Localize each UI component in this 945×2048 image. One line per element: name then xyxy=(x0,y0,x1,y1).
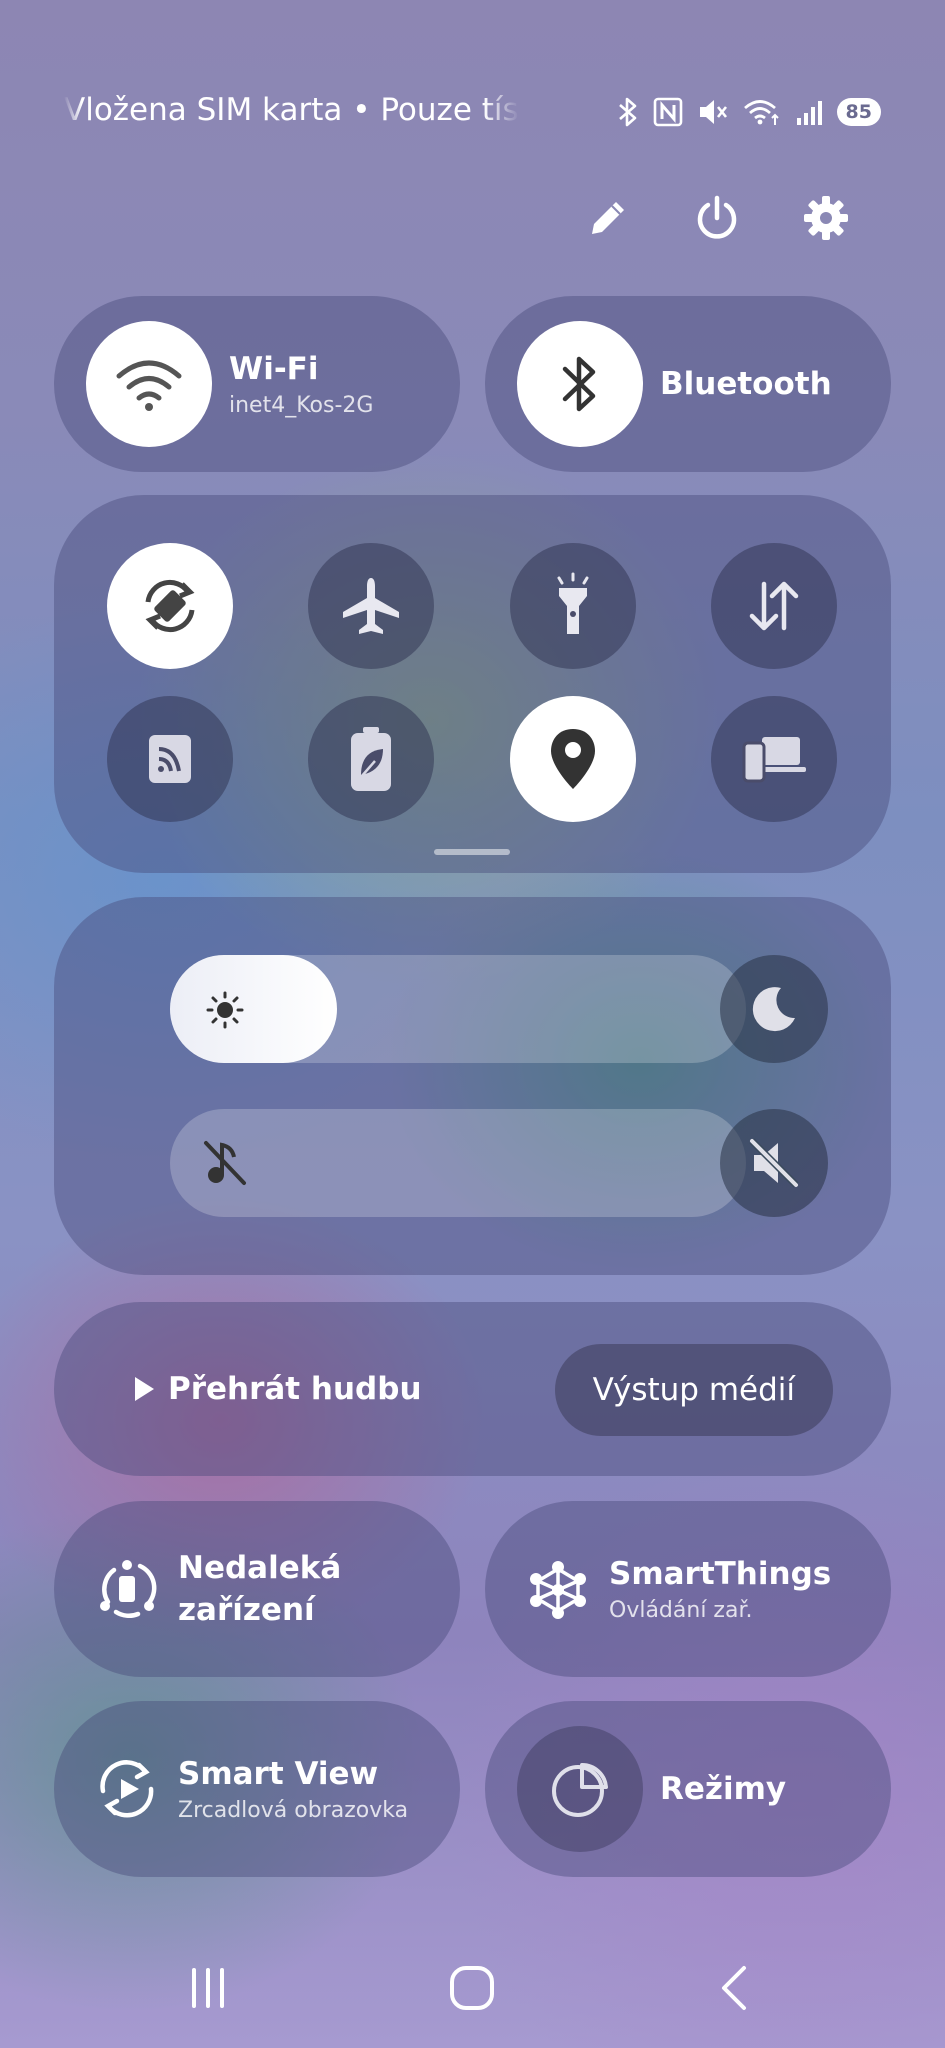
sun-icon xyxy=(206,991,244,1033)
mobile-data-toggle[interactable] xyxy=(711,543,837,669)
wifi-label: Wi-Fi xyxy=(229,350,319,387)
devices-icon xyxy=(742,737,806,783)
location-icon xyxy=(551,729,595,789)
settings-icon xyxy=(804,196,848,240)
sliders-panel xyxy=(54,897,891,1275)
bluetooth-toggle[interactable] xyxy=(517,321,643,447)
back-icon xyxy=(722,1966,746,2010)
smart-view-icon xyxy=(92,1754,162,1824)
edit-icon xyxy=(592,202,624,234)
edit-button[interactable] xyxy=(580,190,636,246)
moon-icon xyxy=(752,987,795,1032)
wifi-tile[interactable]: Wi-Fi inet4_Kos-2G xyxy=(54,296,460,472)
nearby-label-line2: zařízení xyxy=(178,1592,315,1628)
settings-button[interactable] xyxy=(798,190,854,246)
modes-label: Režimy xyxy=(660,1771,787,1807)
rotate-icon xyxy=(145,580,195,632)
navigation-bar xyxy=(0,1950,945,2030)
volume-slider[interactable] xyxy=(170,1109,746,1217)
eye-comfort-button[interactable] xyxy=(720,955,828,1063)
smart-view-tile[interactable]: Smart View Zrcadlová obrazovka xyxy=(54,1701,460,1877)
power-icon xyxy=(697,195,737,239)
recent-apps-icon xyxy=(192,1968,224,2008)
play-icon xyxy=(135,1377,154,1401)
media-output-button[interactable]: Výstup médií xyxy=(554,1344,833,1436)
wifi-toggle[interactable] xyxy=(86,321,212,447)
home-icon xyxy=(450,1966,494,2010)
media-panel: Přehrát hudbu Výstup médií xyxy=(54,1302,891,1476)
location-toggle[interactable] xyxy=(510,696,636,822)
nearby-devices-tile[interactable]: Nedaleká zařízení xyxy=(54,1501,460,1677)
back-button[interactable] xyxy=(706,1958,766,2018)
play-music-label: Přehrát hudbu xyxy=(168,1371,422,1407)
battery-badge: 85 xyxy=(836,98,881,126)
bluetooth-icon xyxy=(617,96,639,128)
flashlight-icon xyxy=(557,572,589,634)
play-music-button[interactable]: Přehrát hudbu xyxy=(132,1371,422,1407)
airplane-mode-toggle[interactable] xyxy=(308,543,434,669)
smartthings-label: SmartThings xyxy=(609,1555,832,1592)
nfc-icon xyxy=(149,735,191,783)
brightness-slider-fill xyxy=(170,955,337,1063)
recent-apps-button[interactable] xyxy=(178,1958,238,2018)
modes-tile[interactable]: Režimy xyxy=(485,1701,891,1877)
wifi-icon xyxy=(116,360,182,411)
signal-icon xyxy=(795,98,823,126)
status-icons: 85 xyxy=(617,92,881,132)
modes-toggle[interactable] xyxy=(517,1726,643,1852)
wifi-network-name: inet4_Kos-2G xyxy=(229,392,374,418)
bluetooth-tile[interactable]: Bluetooth xyxy=(485,296,891,472)
power-saving-toggle[interactable] xyxy=(308,696,434,822)
smartthings-icon xyxy=(523,1554,593,1624)
mute-icon xyxy=(697,97,729,127)
smartthings-sublabel: Ovládání zař. xyxy=(609,1597,753,1623)
mute-icon xyxy=(749,1138,799,1188)
data-arrows-icon xyxy=(749,581,799,631)
brightness-slider[interactable] xyxy=(170,955,746,1063)
nfc-toggle[interactable] xyxy=(107,696,233,822)
panel-expand-handle[interactable] xyxy=(434,849,510,855)
wifi-icon xyxy=(743,97,781,127)
airplane-icon xyxy=(343,578,399,634)
smart-view-label: Smart View xyxy=(178,1755,379,1792)
modes-icon xyxy=(552,1762,608,1817)
music-muted-icon xyxy=(202,1139,248,1191)
link-to-windows-toggle[interactable] xyxy=(711,696,837,822)
home-button[interactable] xyxy=(442,1958,502,2018)
nearby-label-line1: Nedaleká xyxy=(178,1550,342,1586)
nearby-devices-icon xyxy=(92,1554,162,1624)
auto-rotate-toggle[interactable] xyxy=(107,543,233,669)
bluetooth-icon xyxy=(562,356,596,412)
sound-mode-button[interactable] xyxy=(720,1109,828,1217)
power-button[interactable] xyxy=(689,190,745,246)
smartthings-tile[interactable]: SmartThings Ovládání zař. xyxy=(485,1501,891,1677)
status-carrier-text: Vložena SIM karta • Pouze tísňová volání xyxy=(64,92,519,128)
battery-leaf-icon xyxy=(351,727,391,791)
nfc-icon xyxy=(653,97,683,127)
bluetooth-label: Bluetooth xyxy=(660,366,832,402)
smart-view-sublabel: Zrcadlová obrazovka xyxy=(178,1797,409,1823)
flashlight-toggle[interactable] xyxy=(510,543,636,669)
